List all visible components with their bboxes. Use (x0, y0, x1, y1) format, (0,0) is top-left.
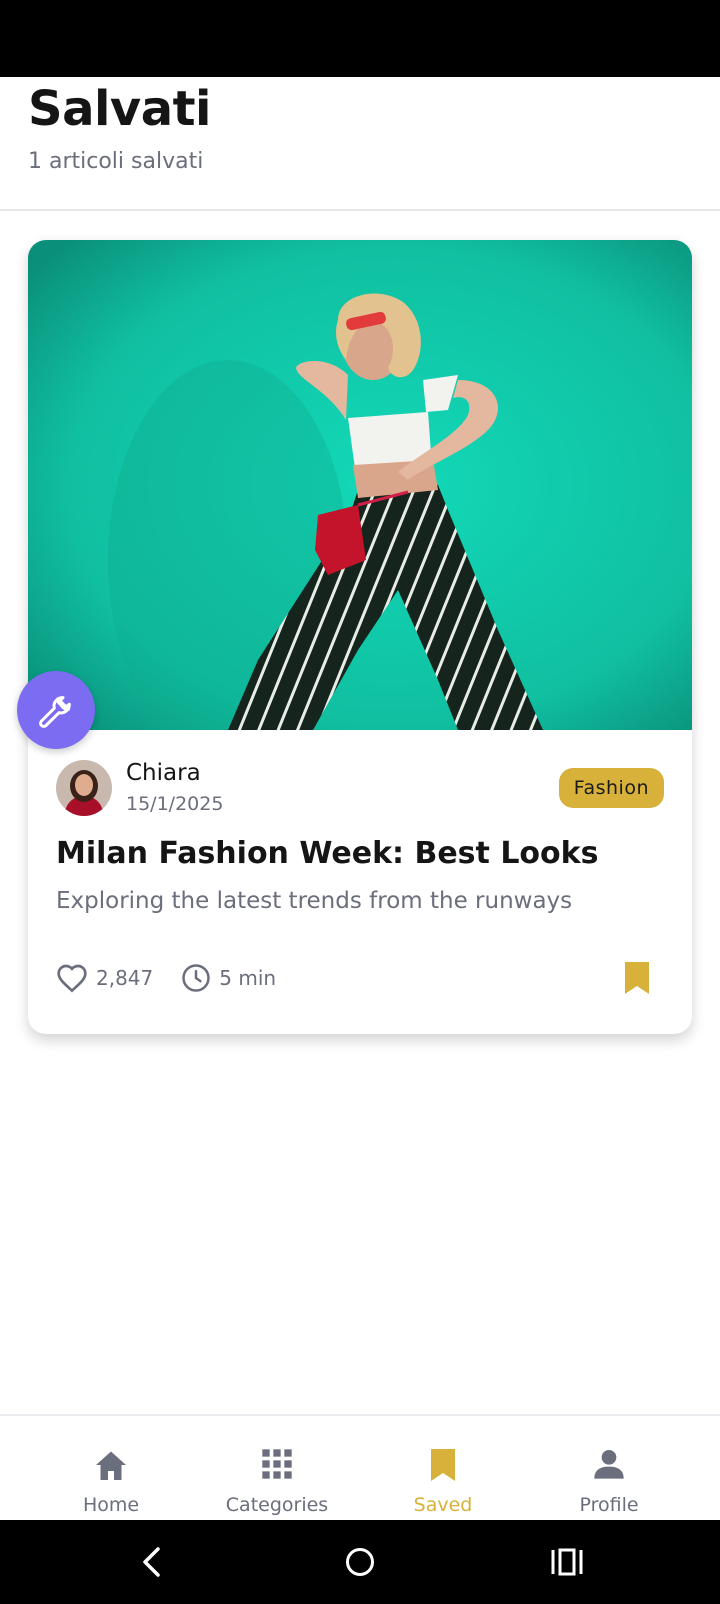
article-card[interactable]: Chiara 15/1/2025 Fashion Milan Fashion W… (28, 240, 692, 1034)
heart-icon (57, 964, 87, 993)
system-recents-button[interactable] (545, 1540, 589, 1584)
article-stats: 2,847 5 min (56, 958, 304, 998)
home-circle-icon (346, 1548, 374, 1576)
post-date: 15/1/2025 (126, 793, 224, 815)
read-time-text: 5 min (219, 966, 277, 990)
article-cover-image (28, 240, 692, 730)
back-chevron-icon (143, 1547, 160, 1577)
grid-icon (262, 1449, 292, 1479)
person-icon (594, 1450, 624, 1479)
recents-icon (551, 1548, 583, 1576)
page-title: Salvati (28, 81, 212, 137)
category-badge[interactable]: Fashion (558, 768, 664, 808)
nav-profile-label: Profile (579, 1494, 639, 1516)
nav-categories[interactable]: Categories (194, 1416, 360, 1522)
system-back-button[interactable] (130, 1540, 174, 1584)
saved-count-subtitle: 1 articoli salvati (28, 149, 204, 174)
settings-fab[interactable] (17, 671, 95, 749)
system-home-button[interactable] (338, 1540, 382, 1584)
status-bar (0, 0, 720, 77)
nav-saved-label: Saved (413, 1494, 473, 1516)
nav-home[interactable]: Home (28, 1416, 194, 1522)
article-excerpt: Exploring the latest trends from the run… (56, 888, 573, 914)
like-button[interactable]: 2,847 (56, 963, 153, 993)
nav-saved[interactable]: Saved (360, 1416, 526, 1522)
page-header: Salvati 1 articoli salvati (0, 77, 720, 211)
wrench-icon (39, 696, 71, 728)
article-title[interactable]: Milan Fashion Week: Best Looks (56, 836, 598, 871)
nav-profile[interactable]: Profile (526, 1416, 692, 1522)
system-navigation-bar (0, 1520, 720, 1604)
author-name[interactable]: Chiara (126, 760, 201, 786)
bookmark-icon[interactable] (622, 960, 652, 996)
likes-count: 2,847 (96, 966, 154, 990)
author-avatar[interactable] (56, 760, 112, 816)
bottom-navigation: Home Categories Saved Profile (0, 1414, 720, 1520)
nav-categories-label: Categories (225, 1494, 329, 1516)
bookmark-icon (431, 1449, 455, 1481)
clock-icon (182, 964, 211, 992)
read-time: 5 min (181, 963, 276, 993)
home-icon (96, 1451, 126, 1480)
nav-home-label: Home (82, 1494, 140, 1516)
